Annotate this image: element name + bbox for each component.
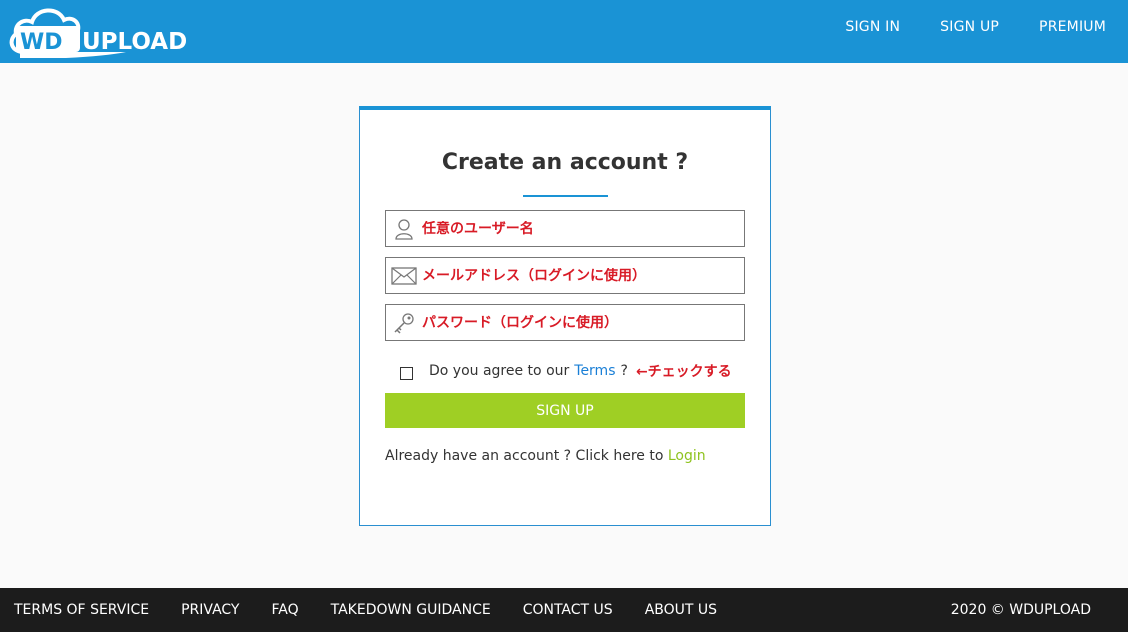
key-icon [386,305,422,340]
wdupload-logo[interactable]: WD UPLOAD [6,2,196,60]
terms-prefix: Do you agree to our [429,363,570,379]
footer-link-takedown[interactable]: TAKEDOWN GUIDANCE [331,602,491,618]
footer-links: TERMS OF SERVICE PRIVACY FAQ TAKEDOWN GU… [0,602,749,618]
footer-link-contact[interactable]: CONTACT US [523,602,613,618]
site-footer: TERMS OF SERVICE PRIVACY FAQ TAKEDOWN GU… [0,588,1128,632]
nav-sign-up[interactable]: SIGN UP [940,19,999,35]
terms-suffix: ? [620,363,628,379]
password-field[interactable] [385,304,745,341]
terms-link[interactable]: Terms [574,363,615,379]
top-nav: SIGN IN SIGN UP PREMIUM [805,0,1106,54]
terms-checkbox[interactable] [400,367,413,380]
footer-link-about[interactable]: ABOUT US [645,602,717,618]
login-prompt-text: Already have an account ? Click here to [385,448,664,464]
nav-premium[interactable]: PREMIUM [1039,19,1106,35]
login-link[interactable]: Login [668,448,706,464]
logo-text-upload: UPLOAD [82,29,187,55]
signup-button[interactable]: SIGN UP [385,393,745,428]
login-prompt: Already have an account ? Click here to … [385,448,706,464]
logo-text-wd: WD [20,30,63,55]
footer-link-faq[interactable]: FAQ [272,602,299,618]
site-header: WD UPLOAD SIGN IN SIGN UP PREMIUM [0,0,1128,63]
footer-link-terms[interactable]: TERMS OF SERVICE [14,602,149,618]
username-input[interactable] [422,220,732,237]
envelope-icon [386,258,422,293]
user-icon [386,211,422,246]
title-divider [523,195,608,197]
terms-agreement: Do you agree to our Terms ? ←チェックする [400,361,732,381]
copyright: 2020 © WDUPLOAD [950,602,1091,618]
page-title: Create an account ? [441,150,689,175]
email-input[interactable] [422,267,732,284]
footer-link-privacy[interactable]: PRIVACY [181,602,239,618]
check-annotation: ←チェックする [635,364,732,380]
nav-sign-in[interactable]: SIGN IN [845,19,900,35]
signup-card: Create an account ? Do you agree to our … [359,106,771,526]
email-field[interactable] [385,257,745,294]
username-field[interactable] [385,210,745,247]
password-input[interactable] [422,314,732,331]
